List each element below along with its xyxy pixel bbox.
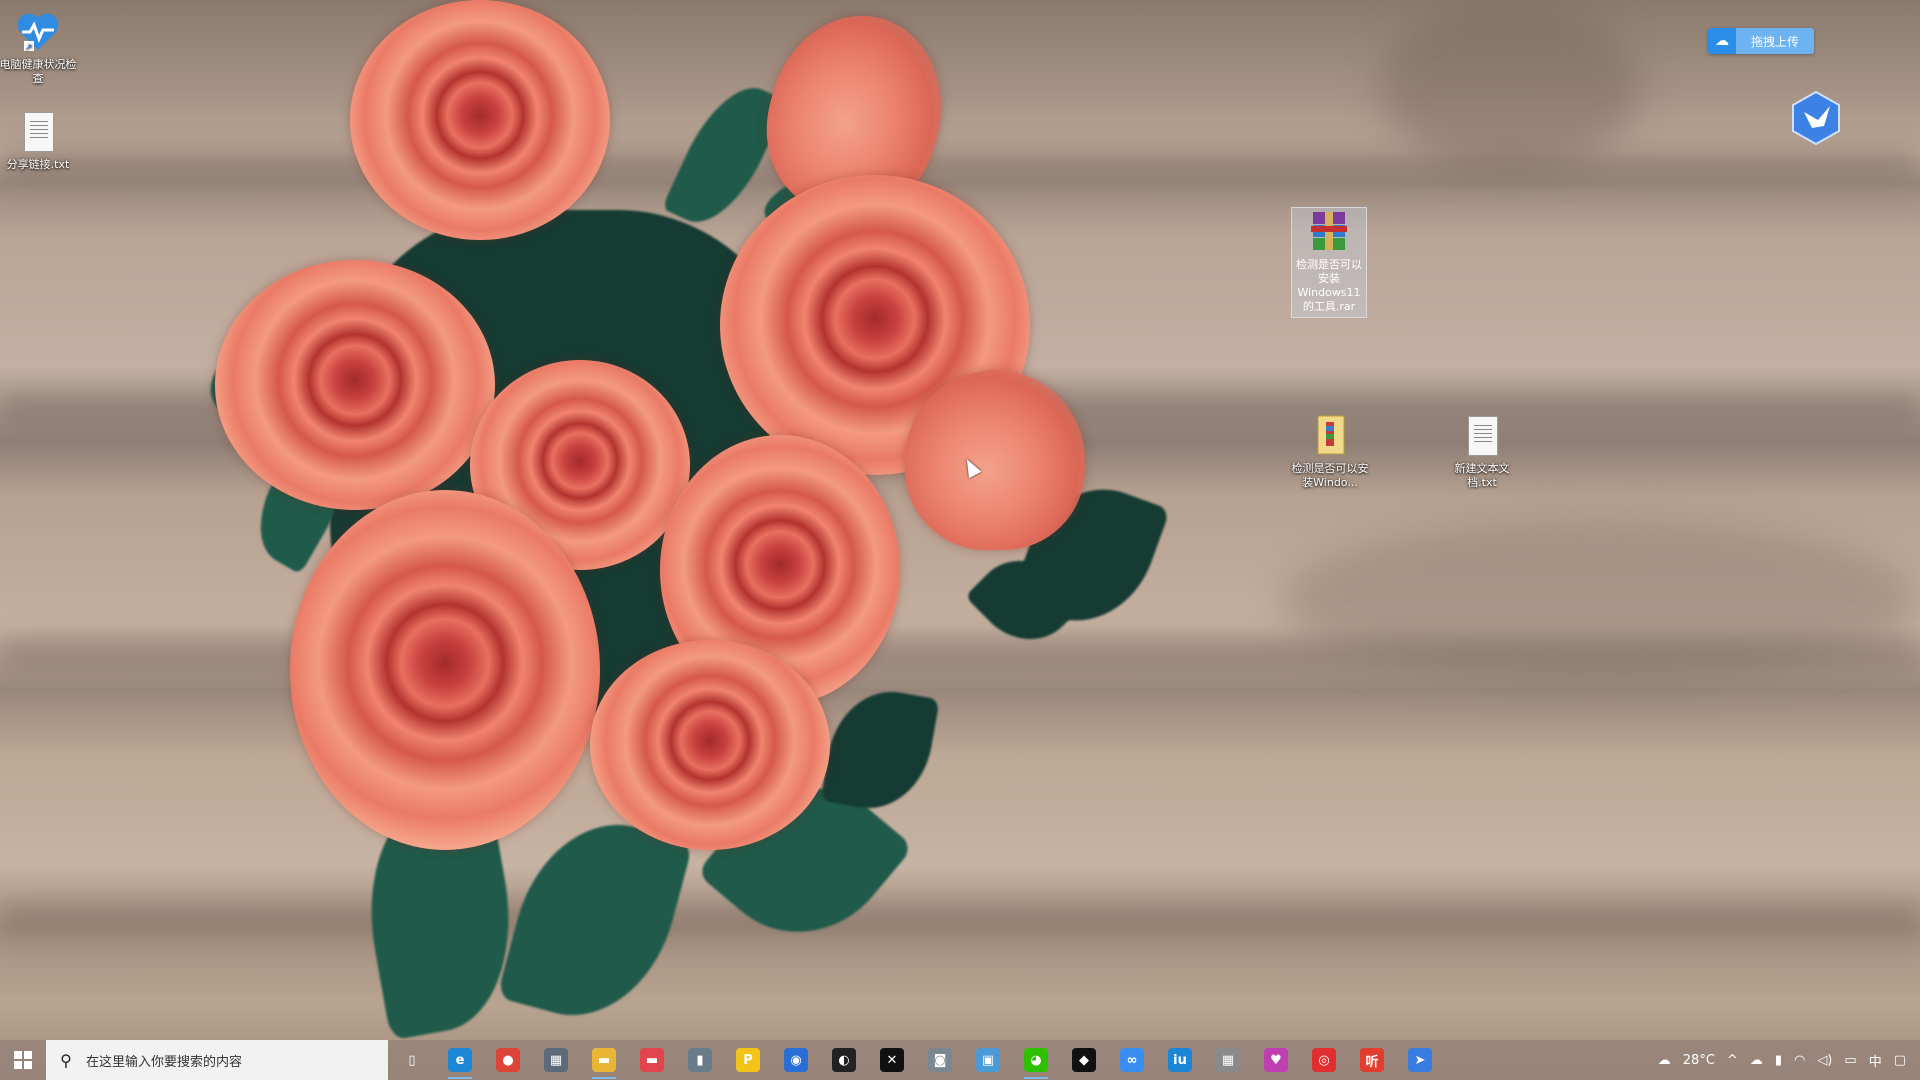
folder-zip-icon (1306, 412, 1354, 460)
bird-app-icon[interactable] (1790, 90, 1842, 146)
red-app-icon: ▬ (640, 1048, 664, 1072)
baidu-cloud-icon: ☁ (1708, 28, 1736, 54)
desktop-icon-new-text-doc[interactable]: 新建文本文档.txt (1442, 412, 1522, 490)
taskbar-app-ting[interactable]: 听 (1348, 1040, 1396, 1080)
bird-icon: ➤ (1408, 1048, 1432, 1072)
winrar-archive-icon (1305, 208, 1353, 256)
keyboard-icon[interactable]: ▭ (1844, 1053, 1856, 1068)
desktop-icon-label: 检测是否可以安装Windo... (1291, 462, 1369, 489)
taskbar-app-iqiyi[interactable]: iu (1156, 1040, 1204, 1080)
taskbar-app-store[interactable]: ▦ (532, 1040, 580, 1080)
taskbar-app-wechat[interactable]: ◕ (1012, 1040, 1060, 1080)
taskbar-app-explorer[interactable]: ▬ (580, 1040, 628, 1080)
iqiyi-icon: iu (1168, 1048, 1192, 1072)
start-button[interactable] (0, 1040, 46, 1080)
search-icon: ⚲ (60, 1050, 72, 1070)
taskbar-app-capcut[interactable]: ✕ (868, 1040, 916, 1080)
taskbar-app-bottle[interactable]: ▮ (676, 1040, 724, 1080)
store-icon: ▦ (544, 1048, 568, 1072)
taskbar-app-bird[interactable]: ➤ (1396, 1040, 1444, 1080)
desktop-icon-label: 电脑健康状况检查 (0, 58, 77, 85)
microphone-icon[interactable]: ▮ (1775, 1053, 1782, 1068)
aperture-icon: ◐ (832, 1048, 856, 1072)
heart-monitor-icon: ↗ (14, 8, 62, 56)
drag-upload-widget[interactable]: ☁ 拖拽上传 (1708, 28, 1814, 54)
taskbar-app-browser[interactable]: ◉ (772, 1040, 820, 1080)
system-tray: ☁ 28°C ^ ☁ ▮ ◠ ◁) ▭ 中 ▢ (1652, 1040, 1920, 1080)
taskbar-app-calculator[interactable]: ▦ (1204, 1040, 1252, 1080)
desktop-icon-label: 分享链接.txt (6, 158, 70, 171)
desktop-icon-win11-tool-folder[interactable]: 检测是否可以安装Windo... (1290, 412, 1370, 490)
taskbar-app-chrome[interactable]: ● (484, 1040, 532, 1080)
edge-icon: e (448, 1048, 472, 1072)
running-indicator (592, 1077, 616, 1079)
ting-icon: 听 (1360, 1048, 1384, 1072)
taskbar-app-camera[interactable]: ◙ (916, 1040, 964, 1080)
taskbar-app-edge[interactable]: e (436, 1040, 484, 1080)
taskbar: ⚲ 在这里输入你要搜索的内容 ▯ e ● ▦ ▬ ▬ ▮ P ◉ ◐ ✕ ◙ ▣ ◕ ◆ ∞ iu ▦ ♥ ◎ 听 ➤ ☁… (0, 1040, 1920, 1080)
taskbar-app-qq[interactable]: ◆ (1060, 1040, 1108, 1080)
search-placeholder: 在这里输入你要搜索的内容 (86, 1054, 243, 1070)
weather-cloud-icon[interactable]: ☁ (1658, 1053, 1671, 1068)
ime-indicator[interactable]: 中 (1869, 1051, 1882, 1070)
taskbar-app-netease-music[interactable]: ◎ (1300, 1040, 1348, 1080)
capcut-icon: ✕ (880, 1048, 904, 1072)
notification-icon[interactable]: ▢ (1894, 1053, 1906, 1068)
baidu-netdisk-icon: ∞ (1120, 1048, 1144, 1072)
taskbar-app-app-red[interactable]: ▬ (628, 1040, 676, 1080)
taskbar-app-baidu-netdisk[interactable]: ∞ (1108, 1040, 1156, 1080)
onedrive-icon[interactable]: ☁ (1750, 1053, 1763, 1068)
qq-penguin-icon: ◆ (1072, 1048, 1096, 1072)
chevron-up-icon[interactable]: ^ (1727, 1053, 1738, 1068)
desktop-wallpaper (0, 0, 1920, 1080)
player-icon: P (736, 1048, 760, 1072)
colorful-app-icon: ♥ (1264, 1048, 1288, 1072)
running-indicator (1024, 1077, 1048, 1079)
text-file-icon (14, 108, 62, 156)
wifi-icon[interactable]: ◠ (1794, 1053, 1805, 1068)
desktop-icon-label: 检测是否可以安装Windows11的工具.rar (1296, 258, 1362, 313)
desktop-icon-share-link-txt[interactable]: 分享链接.txt (0, 108, 78, 172)
taskbar-search-input[interactable]: ⚲ 在这里输入你要搜索的内容 (46, 1040, 388, 1080)
taskbar-app-aperture[interactable]: ◐ (820, 1040, 868, 1080)
taskbar-app-colorful[interactable]: ♥ (1252, 1040, 1300, 1080)
text-file-icon (1458, 412, 1506, 460)
camera-icon: ◙ (928, 1048, 952, 1072)
task-view-icon: ▯ (408, 1052, 416, 1068)
netease-music-icon: ◎ (1312, 1048, 1336, 1072)
volume-icon[interactable]: ◁) (1817, 1053, 1832, 1068)
weather-temperature[interactable]: 28°C (1683, 1053, 1715, 1068)
running-indicator (448, 1077, 472, 1079)
desktop-icon-label: 新建文本文档.txt (1454, 462, 1510, 489)
windows-logo-icon (14, 1051, 32, 1069)
calculator-icon: ▦ (1216, 1048, 1240, 1072)
wechat-icon: ◕ (1024, 1048, 1048, 1072)
drag-upload-label: 拖拽上传 (1736, 28, 1814, 54)
folder-icon: ▬ (592, 1048, 616, 1072)
screenshot-icon: ▣ (976, 1048, 1000, 1072)
desktop-icon-win11-tool-rar[interactable]: 检测是否可以安装Windows11的工具.rar (1291, 207, 1367, 318)
globe-icon: ◉ (784, 1048, 808, 1072)
taskbar-app-player[interactable]: P (724, 1040, 772, 1080)
bottle-icon: ▮ (688, 1048, 712, 1072)
taskbar-app-task-view[interactable]: ▯ (388, 1040, 436, 1080)
svg-text:↗: ↗ (25, 43, 33, 53)
chrome-icon: ● (496, 1048, 520, 1072)
desktop-icon-health-check[interactable]: ↗ 电脑健康状况检查 (0, 8, 78, 86)
taskbar-app-screenshot[interactable]: ▣ (964, 1040, 1012, 1080)
taskbar-app-list: ▯ e ● ▦ ▬ ▬ ▮ P ◉ ◐ ✕ ◙ ▣ ◕ ◆ ∞ iu ▦ ♥ ◎ 听 ➤ (388, 1040, 1444, 1080)
